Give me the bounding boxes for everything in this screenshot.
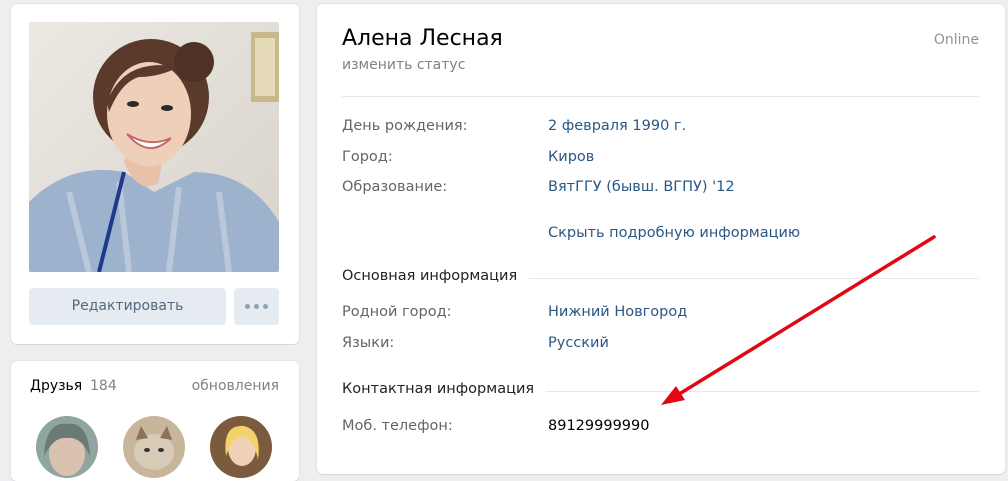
more-dots-icon <box>254 304 259 309</box>
edit-profile-button[interactable]: Редактировать <box>29 288 226 325</box>
friends-updates-link[interactable]: обновления <box>192 378 279 394</box>
profile-name: Алена Лесная <box>342 26 503 51</box>
languages-value[interactable]: Русский <box>548 335 609 351</box>
birthday-label: День рождения: <box>342 118 468 134</box>
mobile-phone-value: 89129999990 <box>548 418 650 434</box>
section-title-basic: Основная информация <box>342 268 530 284</box>
section-title-contact: Контактная информация <box>342 381 547 397</box>
education-value[interactable]: ВятГГУ (бывш. ВГПУ) '12 <box>548 179 735 195</box>
friends-count: 184 <box>90 378 117 394</box>
online-status: Online <box>933 32 979 48</box>
friends-card: Друзья 184 обновления <box>11 361 299 481</box>
city-label: Город: <box>342 149 393 165</box>
hometown-label: Родной город: <box>342 304 452 320</box>
profile-photo[interactable] <box>29 22 279 272</box>
hide-details-link[interactable]: Скрыть подробную информацию <box>548 225 800 241</box>
education-label: Образование: <box>342 179 448 195</box>
more-actions-button[interactable] <box>234 288 279 325</box>
more-dots-icon <box>263 304 268 309</box>
languages-label: Языки: <box>342 335 395 351</box>
more-dots-icon <box>245 304 250 309</box>
friends-title[interactable]: Друзья <box>30 378 82 394</box>
friend-avatar[interactable] <box>123 416 185 478</box>
change-status-link[interactable]: изменить статус <box>342 57 465 73</box>
profile-info-card: Алена Лесная изменить статус Online День… <box>317 4 1005 474</box>
friend-avatar[interactable] <box>210 416 272 478</box>
hometown-value[interactable]: Нижний Новгород <box>548 304 687 320</box>
birthday-value[interactable]: 2 февраля 1990 г. <box>548 118 686 134</box>
city-value[interactable]: Киров <box>548 149 594 165</box>
mobile-phone-label: Моб. телефон: <box>342 418 453 434</box>
header-divider <box>342 96 979 97</box>
friend-avatar[interactable] <box>36 416 98 478</box>
profile-photo-card: Редактировать <box>11 4 299 344</box>
